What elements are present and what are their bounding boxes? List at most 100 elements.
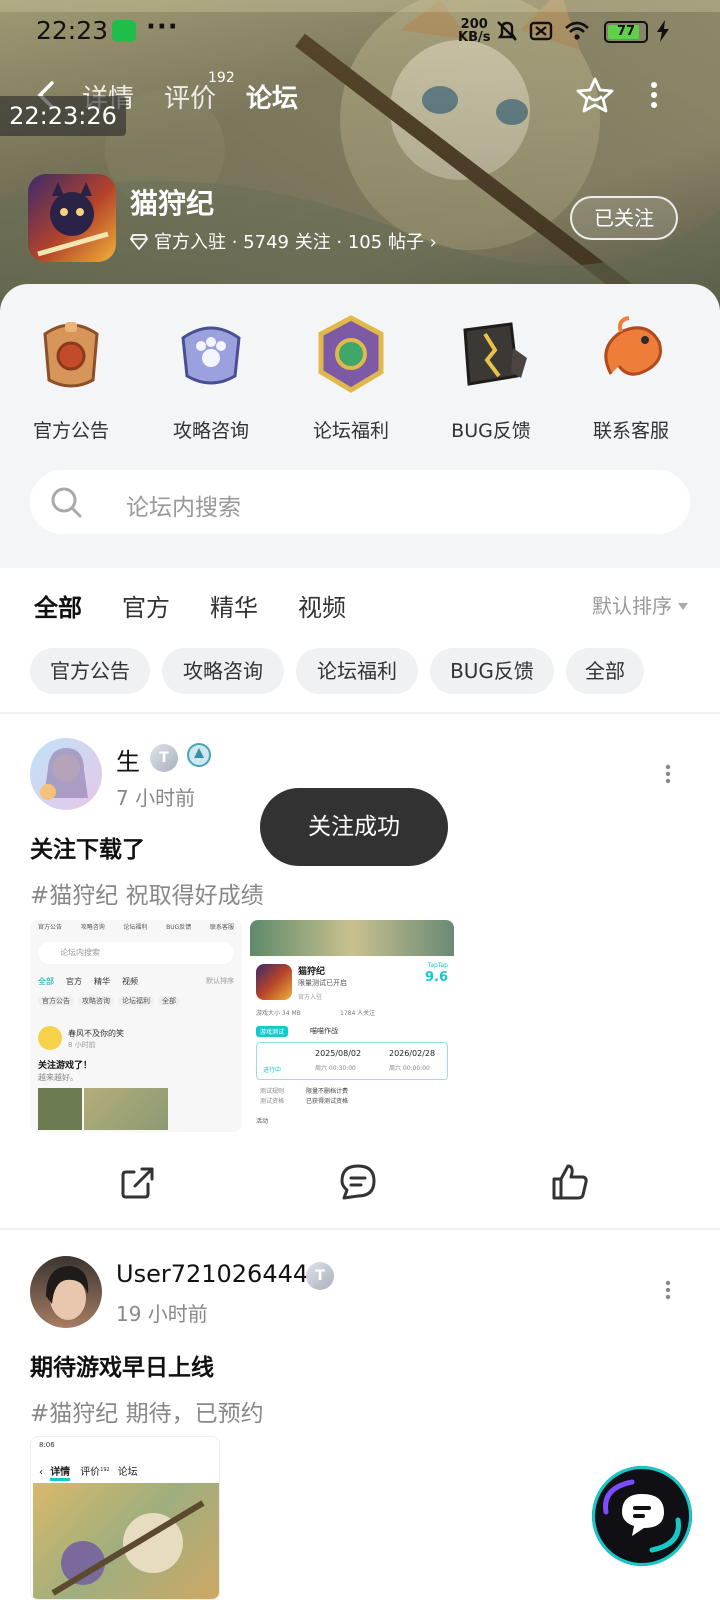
post-tags[interactable]: #猫狩纪 期待，已预约 bbox=[30, 1394, 264, 1428]
level-t-badge-icon: T bbox=[306, 1262, 334, 1290]
tab-all[interactable]: 全部 bbox=[34, 588, 82, 625]
chip-welfare[interactable]: 论坛福利 bbox=[296, 648, 418, 694]
post-image[interactable]: 官方公告 攻略咨询 论坛福利 BUG反馈 联系客服 论坛内搜索 全部 官方 精华 视频… bbox=[30, 920, 242, 1132]
share-icon[interactable] bbox=[118, 1162, 158, 1202]
mini-status-time: 8:06 bbox=[39, 1441, 55, 1449]
mini-tabs: 全部 官方 精华 视频 默认排序 bbox=[38, 976, 234, 990]
mini-game-tag: 官方入驻 bbox=[298, 994, 323, 1001]
author-name[interactable]: User721026444 bbox=[116, 1260, 308, 1288]
mini-rating-brand: TapTap bbox=[427, 962, 448, 969]
sort-dropdown[interactable]: 默认排序 bbox=[592, 590, 688, 619]
mini-author: 春风不及你的笑 bbox=[68, 1029, 124, 1038]
mini-rating: 9.6 bbox=[424, 970, 448, 985]
mini-category-label: 官方公告 bbox=[38, 924, 63, 931]
mini-avatar bbox=[38, 1026, 62, 1050]
mini-categories: 官方公告 攻略咨询 论坛福利 BUG反馈 联系客服 bbox=[38, 922, 234, 936]
mini-start-date: 2025/08/02 bbox=[315, 1049, 362, 1058]
mini-image bbox=[38, 1088, 82, 1130]
filter-chips: 官方公告 攻略咨询 论坛福利 BUG反馈 全部 bbox=[0, 648, 720, 696]
mini-banner bbox=[250, 920, 454, 956]
tab-featured[interactable]: 精华 bbox=[210, 588, 258, 623]
mini-badge: 192 bbox=[100, 1466, 110, 1473]
search-input[interactable]: 论坛内搜索 bbox=[126, 488, 241, 522]
achievement-badge-icon bbox=[187, 743, 211, 767]
category-bug-report[interactable]: BUG反馈 bbox=[426, 314, 556, 443]
mini-category-label: 联系客服 bbox=[209, 924, 234, 931]
author-name[interactable]: 生 bbox=[116, 742, 140, 777]
forum-search-bar[interactable]: 论坛内搜索 bbox=[30, 470, 690, 534]
service-icon bbox=[604, 316, 662, 376]
reviews-count-badge: 192 bbox=[208, 70, 235, 86]
category-customer-service[interactable]: 联系客服 bbox=[566, 314, 696, 443]
game-app-icon[interactable] bbox=[28, 174, 116, 262]
mini-back-icon: ‹ bbox=[39, 1467, 43, 1478]
mini-chip: 全部 bbox=[158, 996, 180, 1006]
level-t-badge-icon: T bbox=[150, 744, 178, 772]
battery-percent: 77 bbox=[616, 24, 636, 39]
thumbs-up-icon[interactable] bbox=[550, 1162, 590, 1202]
mini-title: 关注游戏了！ bbox=[38, 1061, 93, 1071]
mini-size: 游戏大小 34 MB bbox=[256, 1010, 301, 1017]
welfare-icon bbox=[318, 315, 384, 393]
post-image[interactable]: 猫狩纪 限量测试已开启 官方入驻 TapTap 9.6 游戏大小 34 MB 1… bbox=[250, 920, 454, 1132]
mini-sort: 默认排序 bbox=[206, 977, 234, 985]
mini-tab: 详情 bbox=[50, 1467, 71, 1481]
chip-bug-report[interactable]: BUG反馈 bbox=[430, 648, 554, 694]
avatar-art bbox=[40, 748, 88, 800]
post-more-icon[interactable] bbox=[664, 764, 672, 784]
mini-banner bbox=[33, 1483, 219, 1599]
post-time: 19 小时前 bbox=[116, 1302, 208, 1326]
tab-official[interactable]: 官方 bbox=[122, 588, 170, 623]
tab-video[interactable]: 视频 bbox=[298, 588, 346, 623]
mini-tab: 全部 bbox=[38, 977, 54, 986]
search-icon bbox=[51, 487, 82, 518]
tab-forum[interactable]: 论坛 bbox=[243, 78, 301, 115]
mini-end-time: 周六 00:00:00 bbox=[389, 1065, 430, 1072]
status-bar: 22:23 ··· 200 KB/s 77 bbox=[0, 0, 720, 64]
category-label: 论坛福利 bbox=[312, 420, 389, 442]
game-meta-text: 官方入驻 · 5749 关注 · 105 帖子 bbox=[154, 232, 424, 253]
status-time: 22:23 bbox=[36, 16, 109, 45]
floating-clock: 22:23:26 bbox=[0, 96, 126, 136]
game-meta[interactable]: 官方入驻 · 5749 关注 · 105 帖子 › bbox=[130, 228, 437, 254]
post-more-icon[interactable] bbox=[664, 1280, 672, 1300]
chip-announcement[interactable]: 官方公告 bbox=[30, 648, 150, 694]
wechat-icon bbox=[112, 20, 136, 42]
chat-bubble-icon bbox=[603, 1479, 681, 1553]
announcement-icon bbox=[43, 322, 99, 388]
category-guide[interactable]: 攻略咨询 bbox=[146, 314, 276, 443]
mini-chip: 官方公告 bbox=[38, 996, 74, 1006]
mini-time: 8 小时前 bbox=[68, 1041, 96, 1049]
chip-all[interactable]: 全部 bbox=[566, 648, 644, 694]
following-button[interactable]: 已关注 bbox=[570, 196, 678, 240]
category-label: 官方公告 bbox=[32, 420, 109, 442]
verified-diamond-icon bbox=[130, 234, 148, 250]
comment-icon[interactable] bbox=[338, 1162, 378, 1202]
post-tags[interactable]: #猫狩纪 祝取得好成绩 bbox=[30, 876, 264, 910]
wifi-icon bbox=[565, 21, 589, 40]
mini-tab: 精华 bbox=[94, 977, 110, 986]
category-announcement[interactable]: 官方公告 bbox=[6, 314, 136, 443]
category-welfare[interactable]: 论坛福利 bbox=[286, 314, 416, 443]
mini-chips: 官方公告 攻略咨询 论坛福利 全部 bbox=[38, 996, 234, 1010]
chevron-right-icon: › bbox=[423, 232, 437, 253]
mini-tab: 评价 bbox=[80, 1467, 101, 1478]
mini-game-subtitle: 限量测试已开启 bbox=[298, 979, 347, 987]
mini-test-status: 进行中 bbox=[263, 1067, 282, 1074]
forum-page: 22:23 ··· 200 KB/s 77 评价 192 论坛 22:23:26… bbox=[0, 0, 720, 1600]
chat-fab[interactable] bbox=[592, 1466, 692, 1566]
toast-message: 关注成功 bbox=[260, 788, 448, 866]
post-image[interactable]: 8:06 ‹ 详情 评价192 论坛 bbox=[30, 1436, 220, 1600]
more-menu-icon[interactable] bbox=[646, 80, 662, 110]
mini-rule: 限量不删档计费 bbox=[306, 1088, 349, 1095]
star-icon[interactable] bbox=[576, 76, 614, 114]
avatar[interactable] bbox=[30, 738, 102, 810]
mini-category-label: 论坛福利 bbox=[123, 924, 148, 931]
status-more-icon: ··· bbox=[146, 12, 179, 42]
mini-tab: 视频 bbox=[122, 977, 138, 986]
chip-guide[interactable]: 攻略咨询 bbox=[162, 648, 284, 694]
category-label: 攻略咨询 bbox=[172, 420, 249, 442]
no-sim-icon bbox=[529, 21, 553, 41]
mini-category-label: 攻略咨询 bbox=[80, 924, 105, 931]
avatar[interactable] bbox=[30, 1256, 102, 1328]
